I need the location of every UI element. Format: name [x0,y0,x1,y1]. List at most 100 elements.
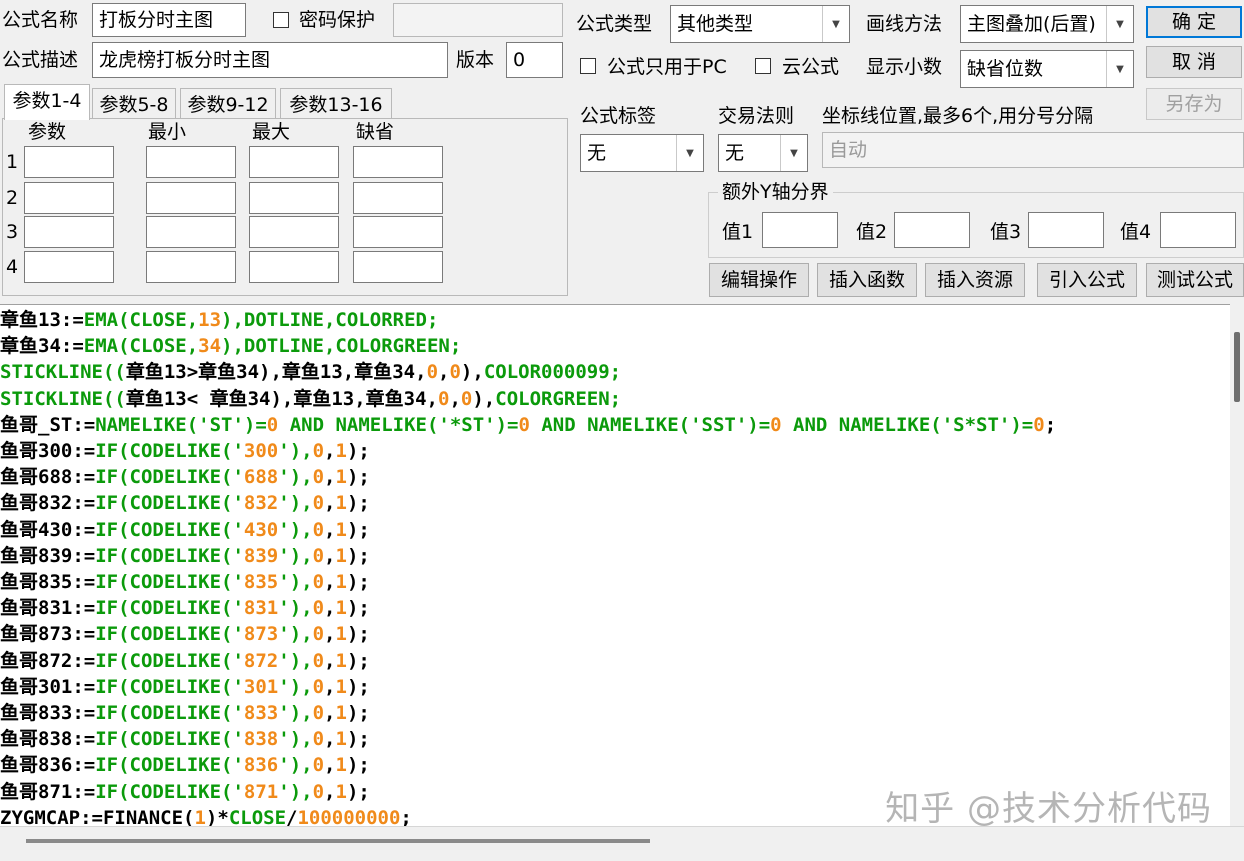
insert-resource-button[interactable]: 插入资源 [925,263,1025,297]
yaxis-value4-input[interactable] [1160,212,1236,248]
scrollbar-thumb[interactable] [26,839,650,843]
code-token: 1 [335,623,347,646]
code-token: , [324,623,336,646]
code-token: , [324,597,336,620]
param-row-number: 1 [6,151,19,173]
edit-operation-button[interactable]: 编辑操作 [709,263,809,297]
chevron-down-icon[interactable]: ▼ [822,6,849,42]
save-as-button[interactable]: 另存为 [1146,88,1242,120]
code-token: 鱼哥832:= [0,492,96,515]
password-checkbox[interactable] [273,12,289,28]
param-max-input[interactable] [249,146,339,178]
param-name-input[interactable] [24,146,114,178]
draw-method-select[interactable]: 主图叠加(后置) ▼ [960,5,1134,43]
code-token: EMA(CLOSE, [83,309,199,331]
code-token: 0 [312,597,325,620]
code-token: 839 [243,544,279,567]
formula-name-input[interactable]: 打板分时主图 [92,3,246,37]
version-input[interactable]: 0 [506,42,563,78]
yaxis-group-title: 额外Y轴分界 [718,180,833,204]
pc-only-label: 公式只用于PC [607,56,727,78]
param-header-default: 缺省 [356,121,395,143]
trade-rule-label: 交易法则 [718,105,795,127]
code-token: '), [278,492,313,515]
param-default-input[interactable] [353,216,443,248]
yaxis-value1-label: 值1 [722,221,754,243]
param-header-max: 最大 [252,121,291,143]
password-input[interactable] [393,3,563,37]
code-token: 鱼哥835:= [0,571,96,593]
param-default-input[interactable] [353,251,443,283]
code-token: IF(CODELIKE(' [95,623,244,646]
code-line: 鱼哥871:=IF(CODELIKE('871'),0,1); [0,779,370,805]
param-max-input[interactable] [249,182,339,214]
code-token: IF(CODELIKE(' [95,597,244,620]
yaxis-value3-input[interactable] [1028,212,1104,248]
yaxis-value1-input[interactable] [762,212,838,248]
code-token: '), [278,780,313,803]
formula-type-label: 公式类型 [576,13,653,35]
chevron-down-icon[interactable]: ▼ [1106,51,1133,87]
axis-position-input[interactable]: 自动 [822,132,1244,168]
code-token: 832 [243,492,279,515]
code-token: , [324,492,336,515]
import-formula-button[interactable]: 引入公式 [1037,263,1137,297]
code-line: STICKLINE((章鱼13>章鱼34),章鱼13,章鱼34,0,0),COL… [0,359,621,385]
formula-desc-input[interactable]: 龙虎榜打板分时主图 [92,42,448,78]
param-default-input[interactable] [353,182,443,214]
param-name-input[interactable] [24,251,114,283]
param-min-input[interactable] [146,251,236,283]
code-token: '), [278,440,313,462]
tag-select[interactable]: 无 ▼ [580,134,704,172]
param-min-input[interactable] [146,216,236,248]
param-max-input[interactable] [249,251,339,283]
code-editor[interactable]: 章鱼13:=EMA(CLOSE,13),DOTLINE,COLORRED; 章鱼3… [0,304,1230,827]
tab-params-1-4[interactable]: 参数1-4 [4,84,90,120]
code-token: STICKLINE(( [0,361,126,384]
code-token: STICKLINE(( [0,387,126,410]
scrollbar-thumb[interactable] [1234,332,1240,402]
code-token: 0 [266,413,279,436]
decimals-select[interactable]: 缺省位数 ▼ [960,50,1134,88]
code-token: IF(CODELIKE(' [95,466,244,489]
code-token: 鱼哥871:= [0,780,96,803]
code-token: AND NAMELIKE('S*ST')= [781,413,1034,436]
tab-params-9-12[interactable]: 参数9-12 [180,88,276,120]
param-min-input[interactable] [146,146,236,178]
vertical-scrollbar[interactable] [1230,304,1244,826]
code-token: , [324,728,336,751]
formula-name-label: 公式名称 [2,9,79,31]
axis-position-label: 坐标线位置,最多6个,用分号分隔 [822,105,1094,127]
yaxis-value2-input[interactable] [894,212,970,248]
param-default-input[interactable] [353,146,443,178]
pc-only-checkbox[interactable] [580,58,596,74]
param-max-input[interactable] [249,216,339,248]
tab-params-13-16[interactable]: 参数13-16 [280,88,392,120]
code-token: 0 [312,571,325,593]
code-token: 0 [1033,413,1045,436]
code-token: 872 [243,649,279,672]
code-token: 0 [449,361,461,384]
chevron-down-icon[interactable]: ▼ [1106,6,1133,42]
cloud-label: 云公式 [782,56,840,78]
code-line: ZYGMCAP:=FINANCE(1)*CLOSE/100000000; [0,805,412,827]
code-token: , [324,702,336,724]
ok-button[interactable]: 确 定 [1146,6,1242,38]
param-name-input[interactable] [24,182,114,214]
chevron-down-icon[interactable]: ▼ [676,135,703,171]
tag-label: 公式标签 [580,105,657,127]
tab-params-5-8[interactable]: 参数5-8 [92,88,176,120]
cloud-checkbox[interactable] [755,58,771,74]
trade-rule-select[interactable]: 无 ▼ [718,134,808,172]
param-min-input[interactable] [146,182,236,214]
horizontal-scrollbar[interactable] [0,826,1244,861]
code-line: 鱼哥300:=IF(CODELIKE('300'),0,1); [0,438,370,464]
code-token: 0 [518,413,530,436]
insert-function-button[interactable]: 插入函数 [817,263,917,297]
formula-type-select[interactable]: 其他类型 ▼ [670,5,850,43]
code-line: 鱼哥838:=IF(CODELIKE('838'),0,1); [0,726,370,752]
param-name-input[interactable] [24,216,114,248]
test-formula-button[interactable]: 测试公式 [1146,263,1244,297]
chevron-down-icon[interactable]: ▼ [780,135,807,171]
cancel-button[interactable]: 取 消 [1146,46,1242,78]
